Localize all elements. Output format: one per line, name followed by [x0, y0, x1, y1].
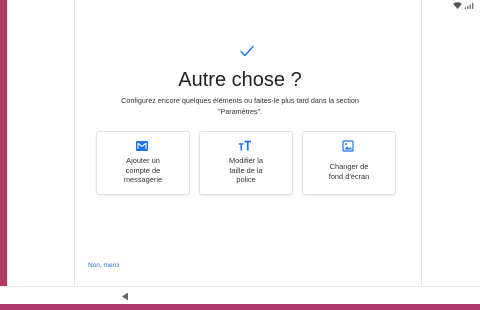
option-label: Ajouter un compte de messagerie — [123, 156, 163, 184]
text-size-icon — [239, 140, 251, 151]
page-subtitle: Configurez encore quelques éléments ou f… — [121, 96, 359, 116]
option-label: Changer de fond d'écran — [328, 162, 370, 181]
change-font-size-option[interactable]: Modifier la taille de la police — [199, 131, 293, 195]
cellular-signal-icon — [464, 2, 474, 9]
status-icons — [453, 2, 474, 9]
change-wallpaper-option[interactable]: Changer de fond d'écran — [302, 131, 396, 195]
left-frame-accent — [0, 0, 7, 303]
check-icon — [240, 45, 254, 57]
wifi-icon — [453, 2, 462, 9]
navigation-bar — [0, 286, 480, 305]
option-label: Modifier la taille de la police — [228, 156, 264, 184]
back-icon[interactable] — [121, 292, 129, 301]
page-title: Autre chose ? — [178, 69, 302, 91]
add-email-account-option[interactable]: Ajouter un compte de messagerie — [96, 131, 190, 195]
wallpaper-icon — [342, 140, 354, 152]
bottom-frame-accent — [0, 304, 480, 310]
skip-button[interactable]: Non, merci — [88, 262, 119, 269]
left-panel-edge — [7, 0, 8, 286]
mail-icon — [136, 141, 148, 151]
